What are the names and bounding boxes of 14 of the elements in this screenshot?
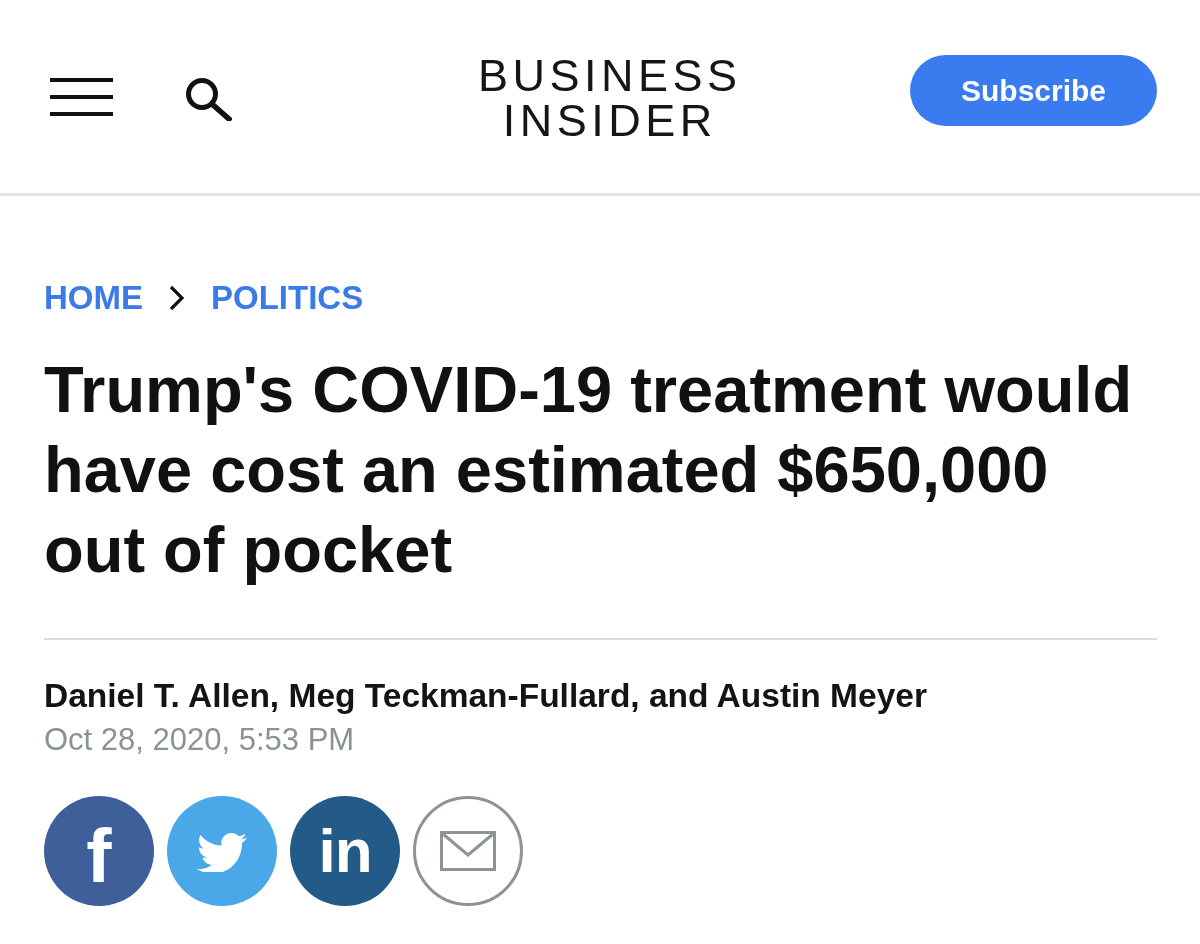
breadcrumb-link[interactable]: POLITICS [211, 276, 364, 320]
author-names: Daniel T. Allen, Meg Teckman-Fullard, and Austin Meyer [44, 676, 928, 716]
bird-icon [197, 830, 247, 872]
share-button[interactable]: in [290, 796, 400, 906]
search-icon[interactable] [185, 76, 232, 121]
envelope-icon [440, 831, 496, 871]
subscribe-button[interactable]: Subscribe [910, 55, 1157, 126]
headline: Trump's COVID-19 treatment would have cost an estimated $650,000 out of pocket [44, 352, 1134, 588]
logo-link[interactable]: BUSINESS INSIDER [477, 50, 738, 143]
breadcrumb-link[interactable]: HOME [44, 276, 143, 320]
share-button[interactable]: f [44, 796, 154, 906]
chevron-icon [169, 285, 184, 311]
menu-icon[interactable] [50, 77, 113, 116]
publish-date: Oct 28, 2020, 5:53 PM [44, 721, 356, 759]
